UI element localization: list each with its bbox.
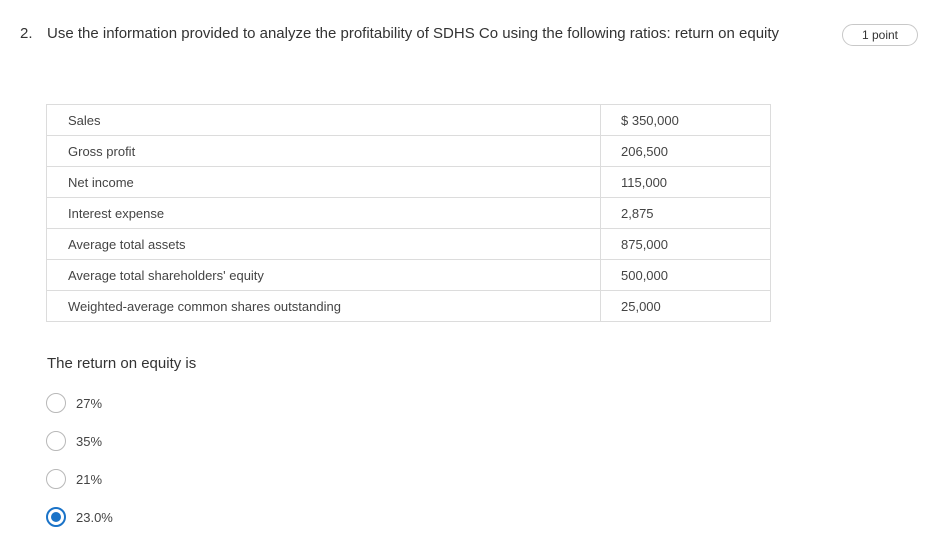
row-label: Sales xyxy=(46,104,601,136)
option-label: 27% xyxy=(76,395,103,411)
radio-button[interactable] xyxy=(46,507,66,527)
answer-option[interactable]: 35% xyxy=(46,430,113,452)
row-label: Average total assets xyxy=(46,228,601,260)
table-row: Sales $ 350,000 xyxy=(46,104,771,136)
row-value: 25,000 xyxy=(600,290,771,322)
radio-button[interactable] xyxy=(46,393,66,413)
answer-option[interactable]: 23.0% xyxy=(46,506,113,528)
row-label: Weighted-average common shares outstandi… xyxy=(46,290,601,322)
radio-button[interactable] xyxy=(46,469,66,489)
radio-button[interactable] xyxy=(46,431,66,451)
financial-data-table: Sales $ 350,000 Gross profit 206,500 Net… xyxy=(46,104,771,322)
option-label: 21% xyxy=(76,471,103,487)
question-prompt: The return on equity is xyxy=(47,355,197,372)
table-row: Gross profit 206,500 xyxy=(46,135,771,167)
table-row: Net income 115,000 xyxy=(46,166,771,198)
row-value: 500,000 xyxy=(600,259,771,291)
option-label: 23.0% xyxy=(76,509,113,525)
question-text: Use the information provided to analyze … xyxy=(47,25,780,42)
table-row: Weighted-average common shares outstandi… xyxy=(46,290,771,322)
row-value: 115,000 xyxy=(600,166,771,198)
table-row: Interest expense 2,875 xyxy=(46,197,771,229)
row-label: Interest expense xyxy=(46,197,601,229)
row-label: Gross profit xyxy=(46,135,601,167)
answer-options: 27% 35% 21% 23.0% xyxy=(46,392,113,544)
points-badge: 1 point xyxy=(842,24,918,46)
table-row: Average total assets 875,000 xyxy=(46,228,771,260)
table-row: Average total shareholders' equity 500,0… xyxy=(46,259,771,291)
option-label: 35% xyxy=(76,433,103,449)
row-label: Net income xyxy=(46,166,601,198)
question-number: 2. xyxy=(20,25,33,42)
answer-option[interactable]: 27% xyxy=(46,392,113,414)
row-value: 206,500 xyxy=(600,135,771,167)
row-value: $ 350,000 xyxy=(600,104,771,136)
row-value: 2,875 xyxy=(600,197,771,229)
answer-option[interactable]: 21% xyxy=(46,468,113,490)
row-value: 875,000 xyxy=(600,228,771,260)
row-label: Average total shareholders' equity xyxy=(46,259,601,291)
